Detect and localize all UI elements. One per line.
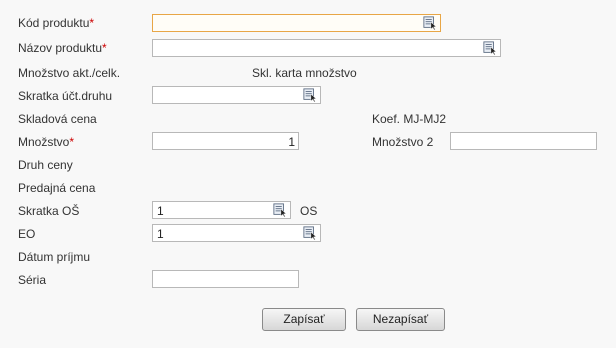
required-mark: * [89,16,95,30]
datum-prijmu-label: Dátum príjmu [18,250,91,264]
skratka-uct-druhu-label: Skratka účt.druhu [18,89,113,103]
skladova-cena-label: Skladová cena [18,112,97,126]
mnozstvo-akt-label: Množstvo akt./celk. [18,66,121,80]
mnozstvo-label: Množstvo* [18,135,75,149]
required-mark: * [102,41,107,55]
cancel-button[interactable]: Nezapísať [356,308,445,331]
save-button[interactable]: Zapísať [262,308,346,331]
skratka-os-label: Skratka OŠ [18,204,80,218]
druh-ceny-label: Druh ceny [18,158,73,172]
list-picker-icon[interactable] [482,41,498,55]
skratka-os-value: 1 [157,204,164,218]
koef-mj-label: Koef. MJ-MJ2 [372,112,447,126]
skratka-os-unit: OS [300,204,318,218]
eo-value: 1 [157,227,164,241]
seria-input[interactable] [152,270,299,288]
eo-label: EO [18,227,36,241]
kod-produktu-label: Kód produktu* [18,16,95,30]
seria-label: Séria [18,273,47,287]
list-picker-icon[interactable] [302,226,318,240]
skratka-uct-druhu-input[interactable] [152,86,321,104]
list-picker-icon[interactable] [302,88,318,102]
skratka-os-input[interactable]: 1 [152,201,291,219]
skl-karta-mnozstvo-label: Skl. karta množstvo [252,66,357,80]
mnozstvo-value: 1 [288,135,295,149]
mnozstvo2-input[interactable] [450,132,597,150]
list-picker-icon[interactable] [422,16,438,30]
kod-produktu-input[interactable] [152,14,441,32]
mnozstvo-input[interactable]: 1 [152,132,299,150]
required-mark: * [69,135,75,149]
nazov-produktu-input[interactable] [152,39,501,57]
list-picker-icon[interactable] [272,203,288,217]
mnozstvo2-label: Množstvo 2 [372,135,434,149]
nazov-produktu-label: Názov produktu* [18,41,107,55]
eo-input[interactable]: 1 [152,224,321,242]
predajna-cena-label: Predajná cena [18,181,96,195]
